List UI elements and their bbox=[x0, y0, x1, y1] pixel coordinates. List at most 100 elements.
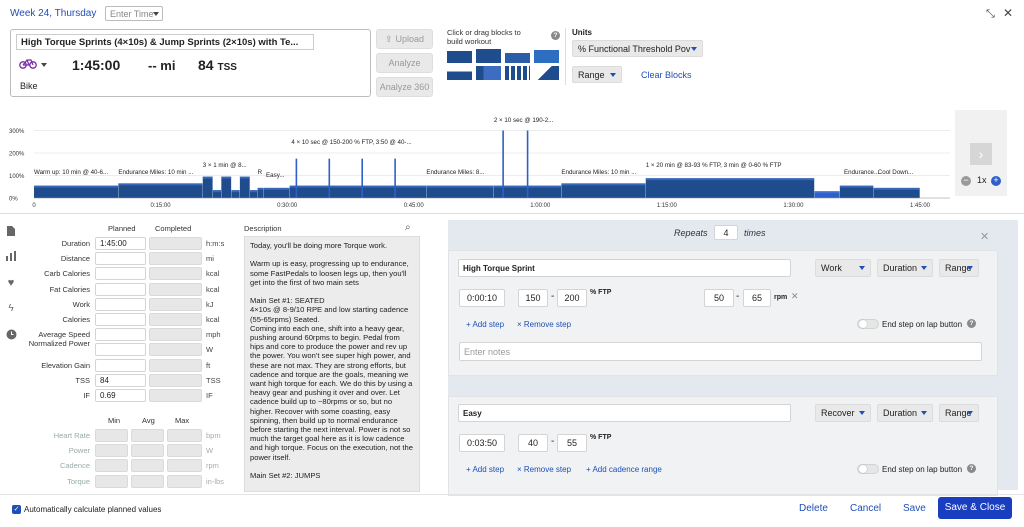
step-high-input[interactable]: 55 bbox=[557, 434, 587, 452]
metric-planned-input[interactable] bbox=[95, 343, 146, 357]
remove-step-link[interactable]: × Remove step bbox=[517, 320, 571, 329]
metric-planned-input[interactable]: 0.69 bbox=[95, 389, 146, 402]
document-icon[interactable] bbox=[5, 225, 17, 237]
step-low-input[interactable]: 150 bbox=[518, 289, 548, 307]
step-duration-input[interactable]: 0:00:10 bbox=[459, 289, 505, 307]
step-duration-input[interactable]: 0:03:50 bbox=[459, 434, 505, 452]
block-interval[interactable] bbox=[505, 66, 530, 80]
upload-button[interactable]: ⇪ Upload bbox=[376, 29, 433, 49]
save-button[interactable]: Save bbox=[903, 503, 926, 514]
time-input[interactable]: Enter Time bbox=[105, 6, 163, 21]
step-mode-select[interactable]: Duration bbox=[877, 259, 933, 277]
delete-button[interactable]: Delete bbox=[799, 503, 828, 514]
metric-planned-input[interactable] bbox=[95, 328, 146, 342]
metric-completed-input[interactable] bbox=[149, 313, 202, 326]
metric-completed-input[interactable] bbox=[149, 389, 202, 402]
metric-planned-input[interactable] bbox=[95, 267, 146, 281]
metric-planned-input[interactable]: 84 bbox=[95, 373, 146, 387]
workout-duration[interactable]: 1:45:00 bbox=[72, 57, 120, 73]
step-range-select[interactable]: Range bbox=[939, 259, 979, 277]
paperclip-icon[interactable]: ⌕ bbox=[405, 222, 411, 233]
metric-completed-input[interactable] bbox=[149, 267, 202, 281]
metric-completed-input[interactable] bbox=[149, 297, 202, 311]
add-step-link[interactable]: + Add step bbox=[466, 320, 504, 329]
range-avg-input[interactable] bbox=[131, 459, 164, 473]
bike-icon[interactable] bbox=[19, 57, 37, 69]
scroll-right-button[interactable]: › bbox=[970, 143, 992, 165]
step-high-input[interactable]: 200 bbox=[557, 289, 587, 307]
metric-planned-input[interactable] bbox=[95, 358, 146, 372]
help-icon[interactable]: ? bbox=[967, 319, 976, 328]
metric-completed-input[interactable] bbox=[149, 252, 202, 266]
metric-planned-input[interactable] bbox=[95, 252, 146, 266]
step-name-input[interactable]: High Torque Sprint bbox=[458, 259, 791, 277]
close-icon[interactable]: ✕ bbox=[1003, 6, 1013, 20]
metric-planned-input[interactable] bbox=[95, 297, 146, 311]
metric-planned-input[interactable] bbox=[95, 313, 146, 326]
workout-distance[interactable]: -- mi bbox=[148, 58, 175, 73]
metric-completed-input[interactable] bbox=[149, 373, 202, 387]
close-repeat-icon[interactable]: ✕ bbox=[980, 230, 989, 243]
metric-planned-input[interactable] bbox=[95, 282, 146, 296]
metric-completed-input[interactable] bbox=[149, 237, 202, 250]
date-link[interactable]: Week 24, Thursday bbox=[10, 8, 96, 19]
metric-planned-input[interactable]: 1:45:00 bbox=[95, 237, 146, 250]
block-ramp[interactable] bbox=[505, 53, 530, 63]
block-build[interactable] bbox=[534, 66, 559, 80]
analyze-button[interactable]: Analyze bbox=[376, 53, 433, 73]
remove-cadence-icon[interactable]: ✕ bbox=[791, 291, 799, 302]
block-steady[interactable] bbox=[447, 51, 472, 63]
auto-calc-checkbox[interactable]: ✓ bbox=[12, 505, 21, 514]
repeat-count-input[interactable]: 4 bbox=[714, 225, 738, 240]
collapse-icon[interactable]: ⤡ bbox=[986, 8, 995, 21]
add-step-link[interactable]: + Add step bbox=[466, 465, 504, 474]
metric-completed-input[interactable] bbox=[149, 358, 202, 372]
step-low-input[interactable]: 40 bbox=[518, 434, 548, 452]
range-min-input[interactable] bbox=[95, 474, 128, 488]
step-notes-input[interactable]: Enter notes bbox=[459, 342, 982, 361]
step-mode-select[interactable]: Duration bbox=[877, 404, 933, 422]
description-textarea[interactable]: Today, you'll be doing more Torque work.… bbox=[244, 236, 420, 492]
step-range-select[interactable]: Range bbox=[939, 404, 979, 422]
metric-completed-input[interactable] bbox=[149, 282, 202, 296]
analyze360-button[interactable]: Analyze 360 bbox=[376, 77, 433, 97]
units-select[interactable]: % Functional Threshold Pov bbox=[572, 40, 703, 57]
range-max-input[interactable] bbox=[167, 429, 202, 442]
workout-tss[interactable]: 84 TSS bbox=[198, 57, 237, 73]
zoom-out-icon[interactable]: − bbox=[961, 176, 971, 186]
range-max-input[interactable] bbox=[167, 459, 202, 473]
lap-toggle[interactable] bbox=[857, 464, 879, 474]
metric-completed-input[interactable] bbox=[149, 343, 202, 357]
range-max-input[interactable] bbox=[167, 474, 202, 488]
sport-chevron-icon[interactable] bbox=[41, 63, 47, 67]
block-tall[interactable] bbox=[476, 49, 501, 63]
block-mix[interactable] bbox=[534, 50, 559, 63]
lap-toggle[interactable] bbox=[857, 319, 879, 329]
block-step[interactable] bbox=[476, 66, 501, 80]
range-avg-input[interactable] bbox=[131, 444, 164, 458]
step-type-select[interactable]: Recover bbox=[815, 404, 871, 422]
zoom-in-icon[interactable]: + bbox=[991, 176, 1001, 186]
cancel-button[interactable]: Cancel bbox=[850, 503, 881, 514]
range-min-input[interactable] bbox=[95, 429, 128, 442]
step-name-input[interactable]: Easy bbox=[458, 404, 791, 422]
remove-step-link[interactable]: × Remove step bbox=[517, 465, 571, 474]
range-max-input[interactable] bbox=[167, 444, 202, 458]
step-type-select[interactable]: Work bbox=[815, 259, 871, 277]
metric-completed-input[interactable] bbox=[149, 328, 202, 342]
save-close-button[interactable]: Save & Close bbox=[938, 497, 1012, 519]
workout-title-input[interactable]: High Torque Sprints (4×10s) & Jump Sprin… bbox=[16, 34, 314, 50]
range-avg-input[interactable] bbox=[131, 429, 164, 442]
workout-graph[interactable]: 300% 200% 100% 0% 0 0:15:00 0:30:00 0:45:00 1:00… bbox=[0, 110, 955, 210]
range-avg-input[interactable] bbox=[131, 474, 164, 488]
cadence-low-input[interactable]: 50 bbox=[704, 289, 734, 307]
range-min-input[interactable] bbox=[95, 459, 128, 473]
block-low[interactable] bbox=[447, 66, 472, 80]
clear-blocks-link[interactable]: Clear Blocks bbox=[641, 70, 692, 80]
range-select[interactable]: Range bbox=[572, 66, 622, 83]
range-min-input[interactable] bbox=[95, 444, 128, 458]
help-icon[interactable]: ? bbox=[967, 464, 976, 473]
cadence-high-input[interactable]: 65 bbox=[743, 289, 771, 307]
add-cadence-link[interactable]: + Add cadence range bbox=[586, 465, 662, 474]
help-icon[interactable]: ? bbox=[551, 31, 560, 40]
